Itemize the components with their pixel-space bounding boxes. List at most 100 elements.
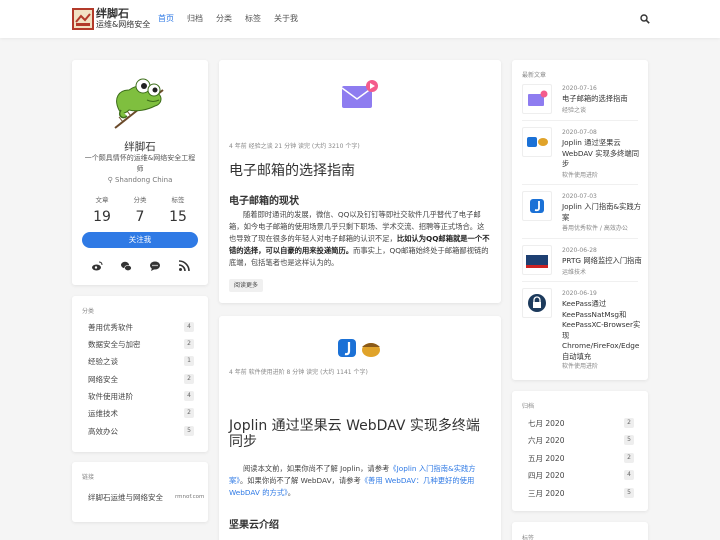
archive-item[interactable]: 五月 2020 2 — [528, 452, 634, 465]
category-count: 5 — [184, 426, 194, 436]
nav-about[interactable]: 关于我 — [274, 0, 298, 38]
archive-count: 2 — [624, 453, 634, 463]
recent-title-link[interactable]: KeePass通过KeePassNatMsg和KeePassXC-Browser… — [562, 299, 642, 362]
location-pin-icon: ⚲ — [107, 176, 115, 184]
weibo-icon[interactable] — [91, 260, 103, 272]
nav-categories[interactable]: 分类 — [216, 0, 232, 38]
archive-item[interactable]: 三月 2020 5 — [528, 487, 634, 500]
recent-category[interactable]: 运维技术 — [562, 267, 586, 276]
stat-value: 7 — [135, 209, 145, 225]
recent-date: 2020-06-19 — [562, 290, 597, 297]
recent-title-link[interactable]: PRTG 网络监控入门指南 — [562, 256, 642, 267]
prtg-logo-icon — [526, 255, 548, 268]
post-excerpt: 阅读本文前，如果你尚不了解 Joplin，请参考《Joplin 入门指南&实践方… — [229, 463, 491, 499]
divider — [522, 120, 638, 121]
stat-label: 标签 — [171, 196, 185, 204]
recent-date: 2020-07-08 — [562, 129, 597, 136]
post-excerpt: 随着即时通讯的发展，微信、QQ以及钉钉等即社交软件几乎替代了电子邮箱，如今电子邮… — [229, 209, 491, 269]
recent-title-link[interactable]: Joplin 入门指南&实践方案 — [562, 202, 642, 223]
category-item[interactable]: 数据安全与加密 2 — [88, 338, 194, 351]
profile-location-text: Shandong China — [114, 176, 173, 184]
divider — [522, 238, 638, 239]
archive-item[interactable]: 七月 2020 2 — [528, 417, 634, 430]
recent-title-link[interactable]: 电子邮箱的选择指南 — [562, 94, 642, 105]
post-subheading: 电子邮箱的现状 — [229, 196, 299, 207]
stat-posts[interactable]: 文章 19 — [82, 194, 122, 225]
recent-date: 2020-07-03 — [562, 193, 597, 200]
profile-bio: 一个颇具情怀的运维&网络安全工程师 — [84, 154, 196, 173]
wechat-icon[interactable] — [120, 260, 132, 272]
category-count: 2 — [184, 408, 194, 418]
post-card: 4 年前 软件使用进阶 8 分钟 读完 (大约 1141 个字) Joplin … — [219, 316, 501, 540]
recent-category[interactable]: 善用优秀软件 / 高效办公 — [562, 223, 628, 232]
category-item[interactable]: 善用优秀软件 4 — [88, 321, 194, 334]
archive-count: 5 — [624, 488, 634, 498]
chat-icon[interactable] — [149, 260, 161, 272]
categories-widget: 分类 善用优秀软件 4 数据安全与加密 2 经验之谈 1 网络安全 2 软件使用进阶 4 … — [72, 296, 208, 452]
recent-date: 2020-07-16 — [562, 85, 597, 92]
archive-month: 五月 2020 — [528, 454, 565, 463]
profile-location: ⚲ Shandong China — [72, 176, 208, 184]
category-item[interactable]: 高效办公 5 — [88, 425, 194, 438]
nav-home[interactable]: 首页 — [158, 0, 174, 38]
recent-thumb[interactable] — [522, 191, 552, 221]
recent-category[interactable]: 软件使用进阶 — [562, 170, 598, 179]
recent-category[interactable]: 软件使用进阶 — [562, 361, 598, 370]
recent-thumb[interactable] — [522, 288, 552, 318]
links-widget: 链接 绊脚石运维与网络安全 rmnof.com — [72, 462, 208, 522]
archive-title: 归档 — [522, 403, 535, 410]
category-count: 4 — [184, 322, 194, 332]
archive-month: 七月 2020 — [528, 419, 565, 428]
avatar — [114, 78, 164, 129]
category-item[interactable]: 网络安全 2 — [88, 373, 194, 386]
rss-icon[interactable] — [178, 260, 190, 272]
category-item[interactable]: 运维技术 2 — [88, 407, 194, 420]
recent-thumb[interactable] — [522, 245, 552, 275]
category-item[interactable]: 经验之谈 1 — [88, 355, 194, 368]
recent-category[interactable]: 经验之谈 — [562, 105, 586, 114]
nav-archive[interactable]: 归档 — [187, 0, 203, 38]
divider — [522, 184, 638, 185]
stat-categories[interactable]: 分类 7 — [120, 194, 160, 225]
recent-thumb[interactable] — [522, 84, 552, 114]
post-title[interactable]: Joplin 通过坚果云 WebDAV 实现多终端同步 — [229, 418, 491, 450]
archive-item[interactable]: 四月 2020 4 — [528, 469, 634, 482]
profile-card: 绊脚石 一个颇具情怀的运维&网络安全工程师 ⚲ Shandong China 文… — [72, 60, 208, 285]
archive-month: 四月 2020 — [528, 471, 565, 480]
post-card: 4 年前 经验之谈 21 分钟 读完 (大约 3210 个字) 电子邮箱的选择指… — [219, 60, 501, 303]
excerpt-text: 。如果你尚不了解 WebDAV，请参考 — [239, 476, 361, 485]
archive-count: 5 — [624, 435, 634, 445]
archive-count: 4 — [624, 470, 634, 480]
read-more-button[interactable]: 阅读更多 — [229, 279, 263, 292]
archive-month: 三月 2020 — [528, 489, 565, 498]
profile-name: 绊脚石 — [124, 141, 156, 153]
category-name: 软件使用进阶 — [88, 392, 133, 401]
brand-name[interactable]: 绊脚石 — [96, 8, 129, 20]
category-count: 2 — [184, 374, 194, 384]
email-icon — [528, 90, 548, 106]
joplin-icon — [338, 339, 380, 357]
stat-label: 文章 — [95, 196, 109, 204]
category-name: 高效办公 — [88, 427, 118, 436]
post-title[interactable]: 电子邮箱的选择指南 — [229, 163, 491, 179]
joplin-icon — [530, 199, 544, 213]
category-count: 2 — [184, 339, 194, 349]
divider — [522, 281, 638, 282]
keepass-icon — [528, 294, 546, 312]
friend-link[interactable]: 绊脚石运维与网络安全 — [88, 492, 163, 503]
excerpt-text: 。 — [287, 488, 296, 497]
search-icon[interactable] — [640, 14, 650, 24]
main-nav: 首页 归档 分类 标签 关于我 — [158, 0, 311, 38]
category-item[interactable]: 软件使用进阶 4 — [88, 390, 194, 403]
post-meta: 4 年前 软件使用进阶 8 分钟 读完 (大约 1141 个字) — [229, 369, 368, 376]
email-icon — [341, 80, 378, 108]
stat-tags[interactable]: 标签 15 — [158, 194, 198, 225]
recent-title-link[interactable]: Joplin 通过坚果云 WebDAV 实现多终端同步 — [562, 138, 642, 170]
nav-tags[interactable]: 标签 — [245, 0, 261, 38]
brand-logo-icon[interactable] — [72, 8, 94, 30]
follow-button[interactable]: 关注我 — [82, 232, 198, 248]
archive-item[interactable]: 六月 2020 5 — [528, 434, 634, 447]
recent-date: 2020-06-28 — [562, 247, 597, 254]
archive-month: 六月 2020 — [528, 436, 565, 445]
recent-thumb[interactable] — [522, 127, 552, 157]
